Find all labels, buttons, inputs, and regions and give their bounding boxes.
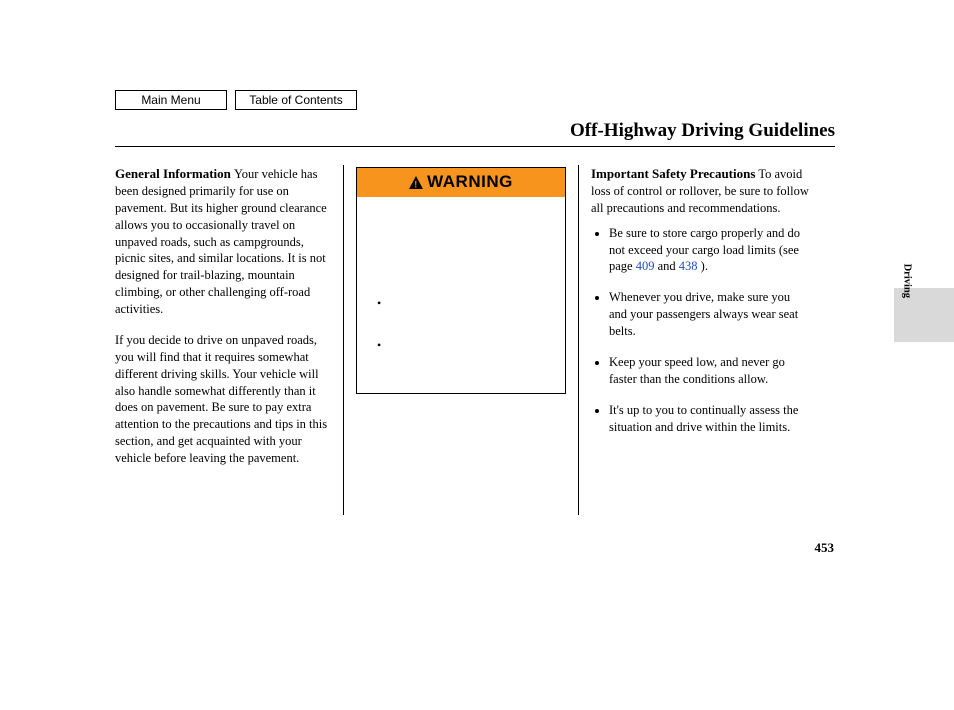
column-general-info: General Information Your vehicle has bee…: [115, 165, 343, 515]
column-warning: ! WARNING • •: [343, 165, 579, 515]
warning-header: ! WARNING: [357, 168, 565, 197]
warning-box: ! WARNING • •: [356, 167, 566, 394]
safety-item-1: Be sure to store cargo properly and do n…: [609, 225, 811, 276]
column-safety: Important Safety Precautions To avoid lo…: [579, 165, 811, 515]
columns: General Information Your vehicle has bee…: [115, 165, 835, 515]
section-tab-label: Driving: [901, 264, 912, 298]
warning-label: WARNING: [427, 171, 513, 194]
safety-item-4: It's up to you to continually assess the…: [609, 402, 811, 436]
safety-list: Be sure to store cargo properly and do n…: [591, 225, 811, 436]
safety-item-3: Keep your speed low, and never go faster…: [609, 354, 811, 388]
page-title: Off-Highway Driving Guidelines: [115, 120, 835, 147]
general-info-heading: General Information: [115, 166, 231, 181]
general-info-para1: Your vehicle has been designed primarily…: [115, 167, 327, 316]
safety-heading: Important Safety Precautions: [591, 166, 755, 181]
nav-buttons: Main Menu Table of Contents: [115, 90, 835, 110]
safety-item-2: Whenever you drive, make sure you and yo…: [609, 289, 811, 340]
page-content: Main Menu Table of Contents Off-Highway …: [115, 90, 835, 515]
warning-bullet-2: •: [377, 337, 551, 353]
warning-bullet-1: •: [377, 295, 551, 311]
main-menu-button[interactable]: Main Menu: [115, 90, 227, 110]
table-of-contents-button[interactable]: Table of Contents: [235, 90, 357, 110]
general-info-para2: If you decide to drive on unpaved roads,…: [115, 332, 333, 467]
warning-body: • •: [357, 197, 565, 393]
svg-text:!: !: [414, 179, 418, 189]
page-ref-409[interactable]: 409: [636, 259, 655, 273]
page-ref-438[interactable]: 438: [679, 259, 698, 273]
warning-triangle-icon: !: [409, 176, 423, 189]
page-number: 453: [815, 540, 835, 556]
